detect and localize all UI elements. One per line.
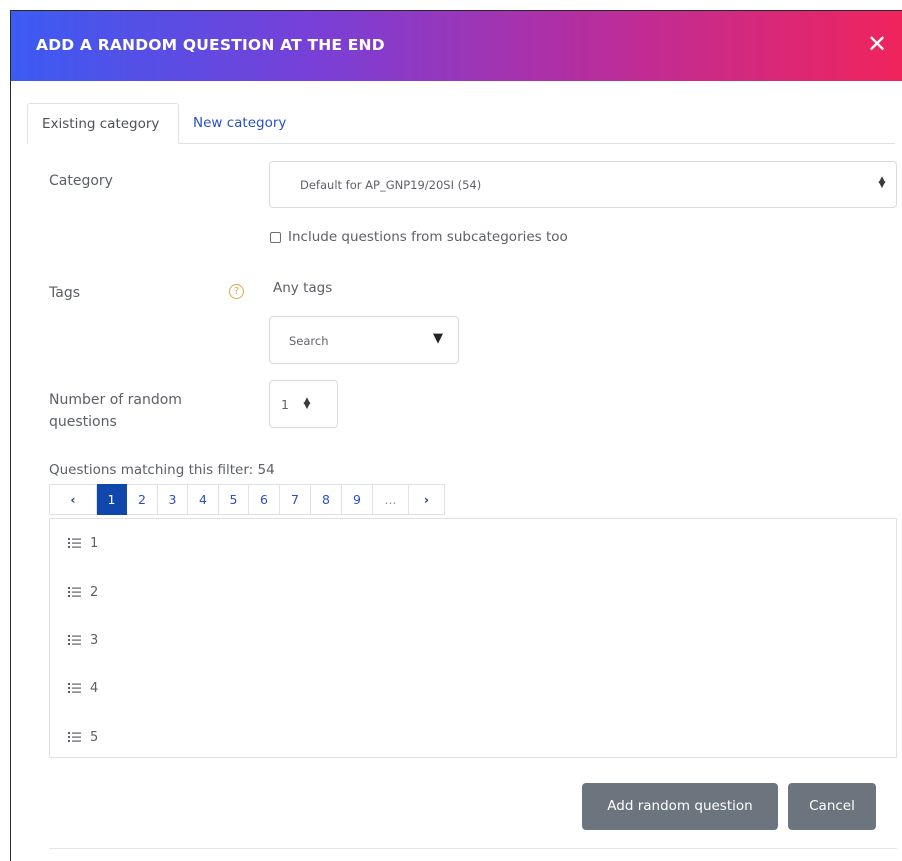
pagination-page-5[interactable]: 5 <box>219 484 249 515</box>
category-select-value: Default for AP_GNP19/20SI (54) <box>300 178 482 192</box>
question-list-icon <box>68 585 82 599</box>
pagination: ‹ 1 2 3 4 5 6 7 8 9 ... › <box>49 484 445 515</box>
tab-new-category[interactable]: New category <box>179 103 309 144</box>
question-list-icon <box>68 730 82 744</box>
pagination-page-6[interactable]: 6 <box>249 484 280 515</box>
cancel-button[interactable]: Cancel <box>788 783 876 830</box>
include-subcategories-label[interactable]: Include questions from subcategories too <box>288 229 568 245</box>
list-item: 2 <box>68 582 98 602</box>
tags-search-placeholder: Search <box>289 334 329 348</box>
question-number: 2 <box>90 584 99 600</box>
number-select-value: 1 <box>281 397 289 412</box>
number-of-random-questions-label: Number of random questions <box>49 392 182 430</box>
question-list-icon <box>68 633 82 647</box>
category-tabs: Existing category New category <box>27 103 895 144</box>
pagination-prev-button[interactable]: ‹ <box>49 484 97 515</box>
list-item: 4 <box>68 678 98 698</box>
tags-label: Tags <box>49 285 80 301</box>
tags-search-select[interactable]: Search ▼ <box>269 316 459 364</box>
help-icon[interactable]: ? <box>229 284 244 299</box>
question-number: 1 <box>90 535 99 551</box>
question-number: 4 <box>90 680 99 696</box>
pagination-ellipsis[interactable]: ... <box>373 484 409 515</box>
modal-title: ADD A RANDOM QUESTION AT THE END <box>36 36 385 54</box>
pagination-page-2[interactable]: 2 <box>127 484 158 515</box>
pagination-page-9[interactable]: 9 <box>342 484 373 515</box>
dropdown-triangle-icon: ▼ <box>433 331 443 346</box>
category-label: Category <box>49 173 113 189</box>
question-list-icon <box>68 681 82 695</box>
tags-value: Any tags <box>273 280 333 296</box>
select-updown-icon: ▲ ▼ <box>878 175 886 190</box>
question-list: 1 2 3 4 5 <box>49 518 897 758</box>
category-select[interactable]: Default for AP_GNP19/20SI (54) ▲ ▼ <box>269 161 897 208</box>
pagination-page-7[interactable]: 7 <box>280 484 311 515</box>
add-random-question-modal: ADD A RANDOM QUESTION AT THE END ✕ Exist… <box>10 10 902 861</box>
list-item: 1 <box>68 533 98 553</box>
number-of-random-questions-select[interactable]: 1 ▲ ▼ <box>269 380 338 428</box>
pagination-page-1[interactable]: 1 <box>97 484 127 515</box>
pagination-page-4[interactable]: 4 <box>188 484 219 515</box>
list-item: 3 <box>68 630 98 650</box>
pagination-page-8[interactable]: 8 <box>311 484 342 515</box>
include-subcategories-checkbox[interactable] <box>270 232 281 243</box>
question-list-icon <box>68 536 82 550</box>
close-icon[interactable]: ✕ <box>866 32 888 56</box>
tab-existing-category[interactable]: Existing category <box>27 103 179 144</box>
questions-matching-text: Questions matching this filter: 54 <box>49 462 275 478</box>
modal-header: ADD A RANDOM QUESTION AT THE END ✕ <box>11 11 902 81</box>
add-random-question-button[interactable]: Add random question <box>582 783 778 830</box>
footer-divider <box>49 848 897 849</box>
question-number: 5 <box>90 729 99 745</box>
select-updown-icon: ▲ ▼ <box>303 396 311 411</box>
list-item: 5 <box>68 727 98 747</box>
question-number: 3 <box>90 632 99 648</box>
pagination-next-button[interactable]: › <box>409 484 445 515</box>
pagination-page-3[interactable]: 3 <box>158 484 188 515</box>
